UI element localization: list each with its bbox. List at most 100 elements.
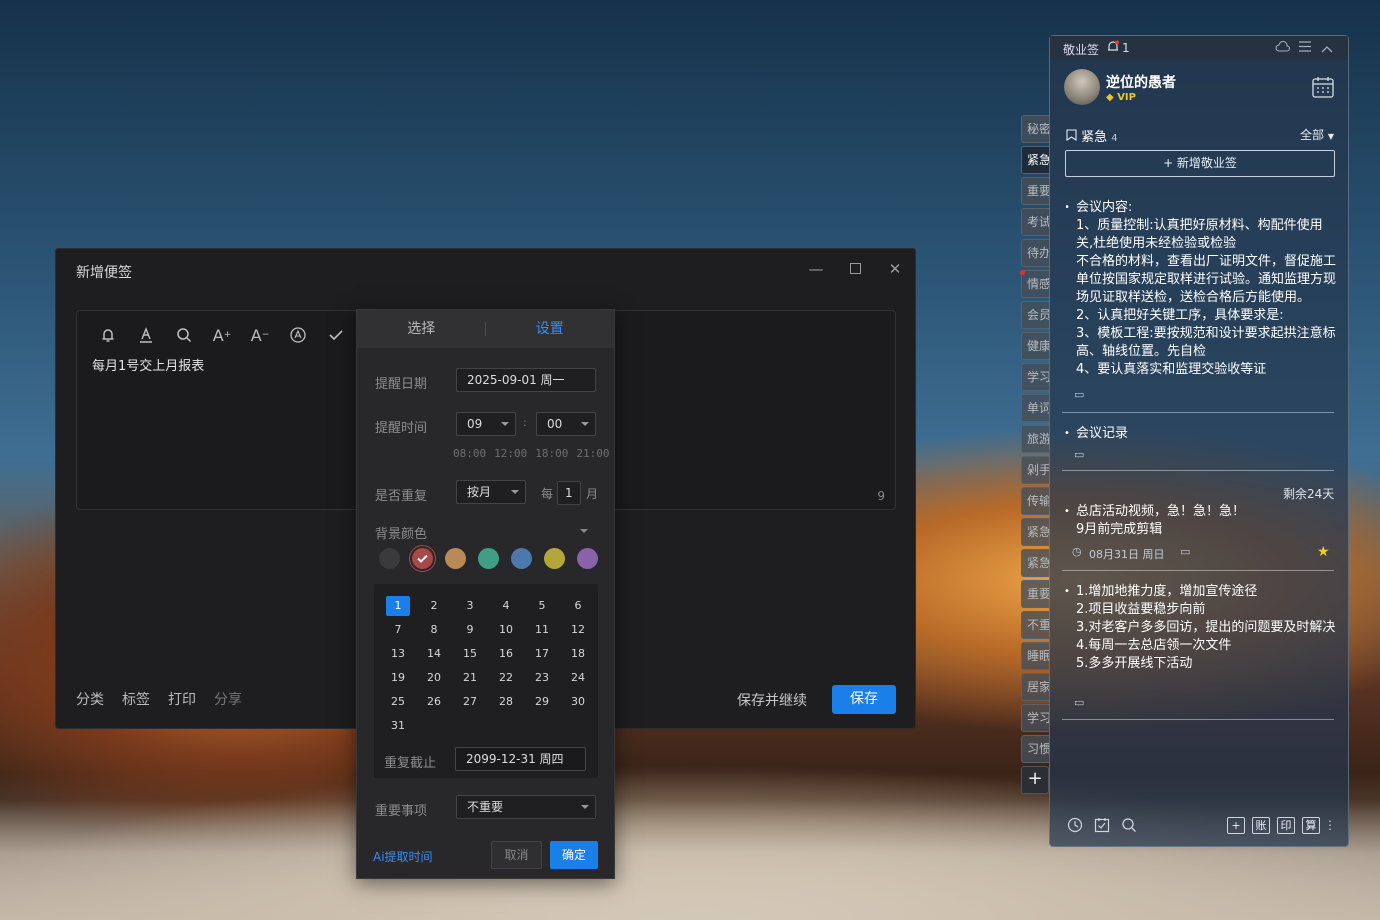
list-item[interactable]: • 会议内容: 1、质量控制:认真把好原材料、构配件使用关,杜绝使用未经检验或检… [1066,199,1336,381]
save-button[interactable]: 保存 [832,685,896,714]
confirm-button[interactable]: 确定 [550,841,598,869]
note-content[interactable]: 每月1号交上月报表 [92,355,204,374]
side-tab-9[interactable]: 单词 [1021,394,1049,422]
day-21[interactable]: 21 [452,666,488,690]
day-18[interactable]: 18 [560,642,596,666]
side-tab-0[interactable]: 秘密 [1021,115,1049,143]
day-25[interactable]: 25 [380,690,416,714]
attachment-icon[interactable]: ▭ [1074,696,1084,709]
minute-select[interactable]: 00 [536,412,596,436]
ai-extract-time-link[interactable]: Ai提取时间 [373,848,433,865]
list-item[interactable]: • 1.增加地推力度，增加宣传途径 2.项目收益要稳步向前 3.对老客户多多回访… [1064,583,1336,673]
close-icon[interactable]: ✕ [884,259,906,279]
day-29[interactable]: 29 [524,690,560,714]
day-8[interactable]: 8 [416,618,452,642]
attachment-icon[interactable]: ▭ [1074,388,1084,401]
more-icon[interactable]: ⋮ [1324,818,1336,832]
star-icon[interactable]: ★ [1317,544,1330,560]
filter-dropdown[interactable]: 全部 ▼ [1300,126,1334,143]
side-tab-15[interactable]: 重要 [1021,580,1049,608]
day-1[interactable]: 1 [380,594,416,618]
side-tab-17[interactable]: 睡眠 [1021,642,1049,670]
ledger-button[interactable]: 账 [1252,816,1270,834]
day-19[interactable]: 19 [380,666,416,690]
save-and-continue-button[interactable]: 保存并继续 [737,690,807,710]
side-tab-16[interactable]: 不重 [1021,611,1049,639]
cloud-sync-icon[interactable] [1275,40,1291,56]
font-decrease-icon[interactable]: A − [241,323,279,347]
day-24[interactable]: 24 [560,666,596,690]
day-14[interactable]: 14 [416,642,452,666]
side-tab-19[interactable]: 学习 [1021,704,1049,732]
side-tab-12[interactable]: 传输 [1021,487,1049,515]
day-12[interactable]: 12 [560,618,596,642]
side-tab-7[interactable]: 健康 [1021,332,1049,360]
clock-icon[interactable] [1066,816,1084,834]
color-swatch-3[interactable] [478,548,499,569]
day-20[interactable]: 20 [416,666,452,690]
color-swatch-4[interactable] [511,548,532,569]
avatar[interactable] [1064,69,1100,105]
day-3[interactable]: 3 [452,594,488,618]
search-icon[interactable] [1120,816,1138,834]
quick-time-1200[interactable]: 12:00 [494,447,527,460]
day-2[interactable]: 2 [416,594,452,618]
side-tab-3[interactable]: 考试 [1021,208,1049,236]
day-16[interactable]: 16 [488,642,524,666]
font-increase-icon[interactable]: A + [203,323,241,347]
day-7[interactable]: 7 [380,618,416,642]
day-27[interactable]: 27 [452,690,488,714]
color-swatch-0[interactable] [379,548,400,569]
font-color-icon[interactable] [127,323,165,347]
quick-time-0800[interactable]: 08:00 [453,447,486,460]
category-button[interactable]: 分类 [76,689,104,709]
tab-select[interactable]: 选择 [357,310,486,348]
day-4[interactable]: 4 [488,594,524,618]
attachment-icon[interactable]: ▭ [1180,545,1190,558]
day-6[interactable]: 6 [560,594,596,618]
day-22[interactable]: 22 [488,666,524,690]
side-tab-6[interactable]: 会员 [1021,301,1049,329]
side-tab-14[interactable]: 紧急 [1021,549,1049,577]
day-13[interactable]: 13 [380,642,416,666]
add-note-button[interactable]: + 新增敬业签 [1065,150,1335,177]
quick-time-2100[interactable]: 21:00 [576,447,609,460]
collapse-icon[interactable] [1321,42,1333,56]
share-button[interactable]: 分享 [214,689,242,709]
day-11[interactable]: 11 [524,618,560,642]
side-tab-4[interactable]: 待办 [1021,239,1049,267]
checklist-icon[interactable] [1093,816,1111,834]
bell-icon[interactable] [1107,40,1119,57]
list-item[interactable]: • 总店活动视频，急！急！急！ 9月前完成剪辑 [1064,503,1336,539]
menu-icon[interactable] [1299,41,1311,55]
day-9[interactable]: 9 [452,618,488,642]
side-tab-11[interactable]: 剁手 [1021,456,1049,484]
cancel-button[interactable]: 取消 [491,841,542,869]
every-interval-input[interactable]: 1 [557,481,581,505]
day-23[interactable]: 23 [524,666,560,690]
color-swatch-6[interactable] [577,548,598,569]
add-icon[interactable]: + [1227,816,1245,834]
search-icon[interactable] [165,323,203,347]
bell-icon[interactable] [89,323,127,347]
day-5[interactable]: 5 [524,594,560,618]
repeat-select[interactable]: 按月 [456,480,526,504]
print-button[interactable]: 印 [1277,816,1295,834]
minimize-icon[interactable]: — [805,259,827,279]
chevron-down-icon[interactable] [580,529,588,533]
repeat-until-field[interactable]: 2099-12-31 周四 [455,747,586,771]
color-swatch-1[interactable] [412,548,433,569]
tag-button[interactable]: 标签 [122,689,150,709]
maximize-icon[interactable] [844,259,866,279]
day-17[interactable]: 17 [524,642,560,666]
side-tab-5[interactable]: 情感 [1021,270,1049,298]
day-15[interactable]: 15 [452,642,488,666]
check-icon[interactable] [317,323,355,347]
quick-time-1800[interactable]: 18:00 [535,447,568,460]
list-item[interactable]: • 会议记录 [1064,425,1336,443]
print-button[interactable]: 打印 [168,689,196,709]
tab-settings[interactable]: 设置 [486,310,615,348]
day-26[interactable]: 26 [416,690,452,714]
attachment-icon[interactable]: ▭ [1074,448,1084,461]
side-tab-13[interactable]: 紧急 [1021,518,1049,546]
